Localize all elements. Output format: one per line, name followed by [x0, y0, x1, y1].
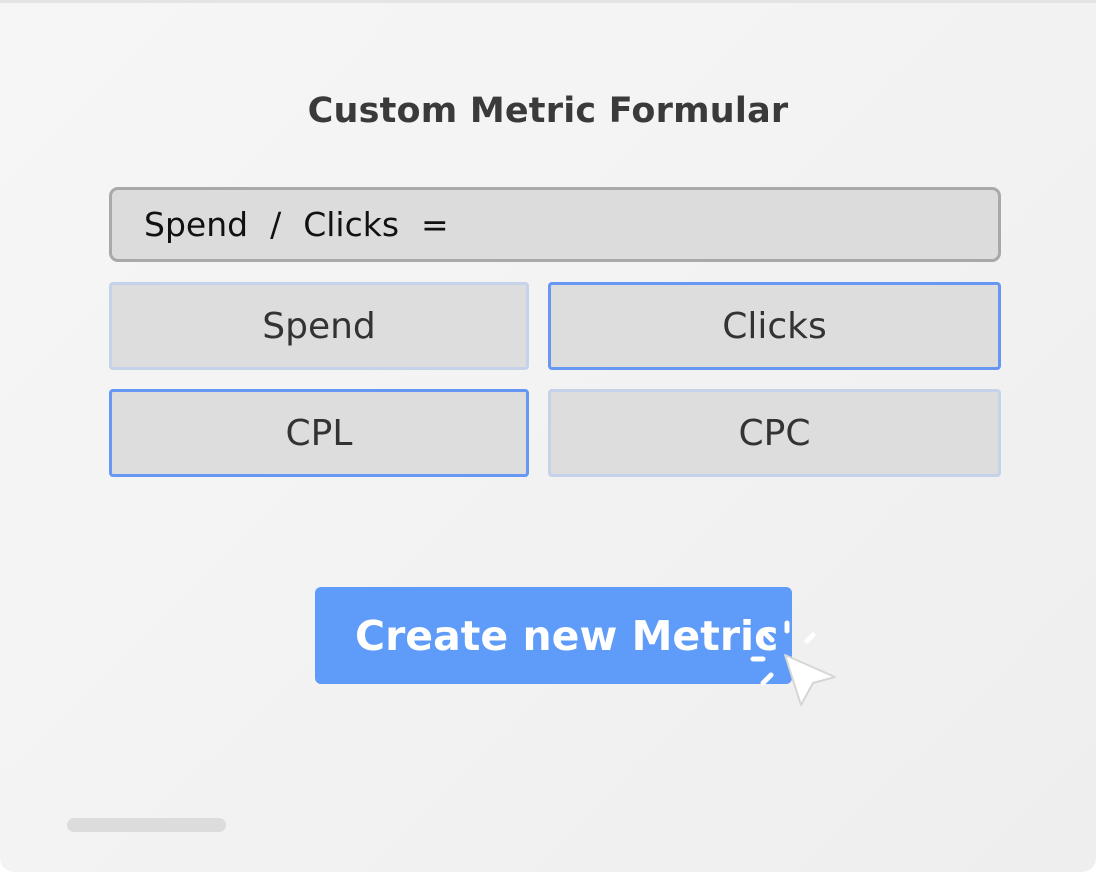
metric-formula-card: Custom Metric Formular Spend / Clicks = …: [0, 0, 1096, 872]
scroll-indicator[interactable]: [67, 818, 226, 832]
metric-button-spend[interactable]: Spend: [109, 282, 529, 370]
formula-operand-spend: Spend: [144, 205, 249, 244]
create-new-metric-button[interactable]: Create new Metric: [315, 587, 792, 684]
formula-operator: /: [270, 205, 282, 244]
metric-button-clicks[interactable]: Clicks: [548, 282, 1001, 370]
metric-button-cpl[interactable]: CPL: [109, 389, 529, 477]
formula-field[interactable]: Spend / Clicks =: [109, 187, 1001, 262]
page-title: Custom Metric Formular: [307, 91, 789, 131]
click-cursor-icon: [750, 620, 836, 706]
formula-equals: =: [421, 205, 449, 244]
formula-operand-clicks: Clicks: [303, 205, 400, 244]
metric-button-cpc[interactable]: CPC: [548, 389, 1001, 477]
